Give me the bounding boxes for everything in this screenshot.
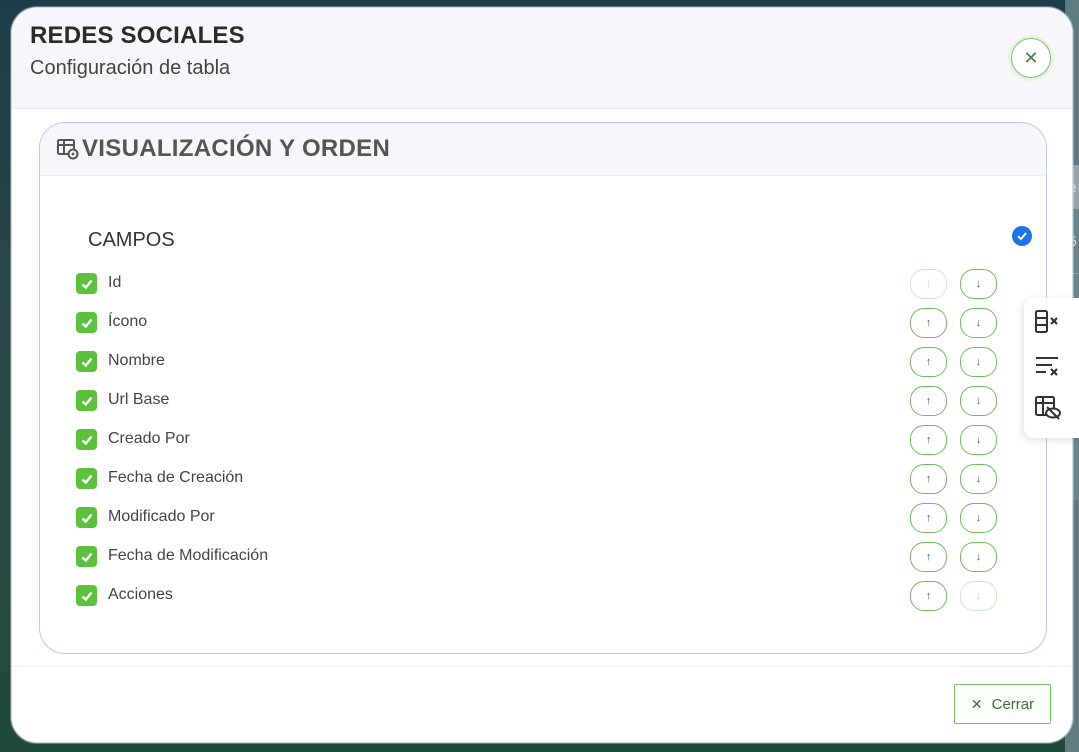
close-icon: ✕: [970, 695, 983, 712]
move-up-button[interactable]: ↑: [910, 464, 947, 494]
move-up-button[interactable]: ↑: [910, 503, 947, 533]
section-title: VISUALIZACIÓN Y ORDEN: [82, 135, 391, 162]
move-up-button[interactable]: ↑: [910, 347, 947, 377]
move-up-button[interactable]: ↑: [910, 425, 947, 455]
close-button-label: Cerrar: [991, 695, 1035, 713]
table-config-modal: REDES SOCIALES Configuración de tabla ✕ …: [11, 7, 1073, 743]
check-icon: [81, 318, 92, 328]
clear-columns-button[interactable]: [1034, 308, 1062, 336]
modal-header: REDES SOCIALES Configuración de tabla ✕: [12, 8, 1072, 109]
field-label: Modificado Por: [108, 508, 215, 525]
field-label: Fecha de Creación: [108, 469, 244, 486]
field-row: Ícono ↑ ↓: [76, 308, 1016, 338]
field-label: Creado Por: [108, 430, 190, 447]
field-checkbox[interactable]: [76, 351, 97, 372]
field-row: Id ↑ ↓: [76, 269, 1016, 299]
field-label: Acciones: [108, 586, 173, 603]
field-checkbox[interactable]: [76, 546, 97, 567]
move-up-button[interactable]: ↑: [910, 308, 947, 338]
modal-footer: ✕ Cerrar: [12, 666, 1072, 742]
check-icon: [81, 513, 92, 523]
move-up-button[interactable]: ↑: [910, 542, 947, 572]
field-checkbox[interactable]: [76, 390, 97, 411]
arrow-up-icon: ↑: [925, 395, 932, 407]
arrow-up-icon: ↑: [925, 551, 932, 563]
clear-filters-icon: [1036, 357, 1058, 376]
modal-subtitle: Configuración de tabla: [30, 57, 231, 79]
arrow-down-icon: ↓: [975, 278, 982, 290]
field-row: Nombre ↑ ↓: [76, 347, 1016, 377]
move-down-button[interactable]: ↓: [960, 581, 997, 611]
field-checkbox[interactable]: [76, 273, 97, 294]
arrow-down-icon: ↓: [975, 395, 982, 407]
field-row: Acciones ↑ ↓: [76, 581, 1016, 611]
field-label: Id: [108, 274, 122, 291]
field-row: Fecha de Creación ↑ ↓: [76, 464, 1016, 494]
side-toolbar: [1024, 298, 1079, 438]
field-label: Fecha de Modificación: [108, 547, 269, 564]
check-icon: [81, 435, 92, 445]
arrow-down-icon: ↓: [975, 551, 982, 563]
modal-title: REDES SOCIALES: [30, 22, 245, 49]
modal-close-button[interactable]: ✕: [1011, 38, 1051, 78]
move-down-button[interactable]: ↓: [960, 269, 997, 299]
field-label: Ícono: [108, 313, 148, 330]
field-checkbox[interactable]: [76, 507, 97, 528]
field-row: Creado Por ↑ ↓: [76, 425, 1016, 455]
arrow-down-icon: ↓: [975, 434, 982, 446]
check-icon: [81, 552, 92, 562]
move-down-button[interactable]: ↓: [960, 386, 997, 416]
close-icon: ✕: [1023, 47, 1039, 68]
arrow-up-icon: ↑: [925, 512, 932, 524]
visualization-card: VISUALIZACIÓN Y ORDEN CAMPOS Id ↑ ↓ Ícono ↑ ↓…: [39, 122, 1047, 654]
fields-label: CAMPOS: [88, 229, 175, 251]
field-label: Url Base: [108, 391, 170, 408]
arrow-up-icon: ↑: [925, 278, 932, 290]
arrow-up-icon: ↑: [925, 356, 932, 368]
hide-table-icon: [1035, 396, 1061, 420]
check-icon: [81, 396, 92, 406]
check-icon: [81, 357, 92, 367]
close-button[interactable]: ✕ Cerrar: [954, 684, 1051, 724]
card-header: VISUALIZACIÓN Y ORDEN: [40, 123, 1046, 176]
move-down-button[interactable]: ↓: [960, 542, 997, 572]
move-down-button[interactable]: ↓: [960, 503, 997, 533]
hide-table-button[interactable]: [1034, 394, 1062, 422]
arrow-down-icon: ↓: [975, 590, 982, 602]
move-up-button[interactable]: ↑: [910, 269, 947, 299]
arrow-up-icon: ↑: [925, 473, 932, 485]
field-row: Fecha de Modificación ↑ ↓: [76, 542, 1016, 572]
check-icon: [81, 279, 92, 289]
arrow-down-icon: ↓: [975, 473, 982, 485]
move-up-button[interactable]: ↑: [910, 581, 947, 611]
check-icon: [81, 474, 92, 484]
arrow-down-icon: ↓: [975, 356, 982, 368]
select-all-toggle[interactable]: [1012, 226, 1032, 246]
field-checkbox[interactable]: [76, 468, 97, 489]
move-down-button[interactable]: ↓: [960, 308, 997, 338]
field-row: Url Base ↑ ↓: [76, 386, 1016, 416]
field-label: Nombre: [108, 352, 165, 369]
table-settings-icon: [57, 139, 79, 160]
check-icon: [1017, 232, 1027, 241]
field-checkbox[interactable]: [76, 429, 97, 450]
arrow-up-icon: ↑: [925, 317, 932, 329]
arrow-up-icon: ↑: [925, 434, 932, 446]
field-checkbox[interactable]: [76, 585, 97, 606]
field-row: Modificado Por ↑ ↓: [76, 503, 1016, 533]
arrow-up-icon: ↑: [925, 590, 932, 602]
move-down-button[interactable]: ↓: [960, 464, 997, 494]
arrow-down-icon: ↓: [975, 317, 982, 329]
clear-columns-icon: [1035, 310, 1058, 333]
check-icon: [81, 591, 92, 601]
clear-filters-button[interactable]: [1034, 352, 1062, 380]
move-down-button[interactable]: ↓: [960, 347, 997, 377]
field-checkbox[interactable]: [76, 312, 97, 333]
arrow-down-icon: ↓: [975, 512, 982, 524]
move-up-button[interactable]: ↑: [910, 386, 947, 416]
move-down-button[interactable]: ↓: [960, 425, 997, 455]
